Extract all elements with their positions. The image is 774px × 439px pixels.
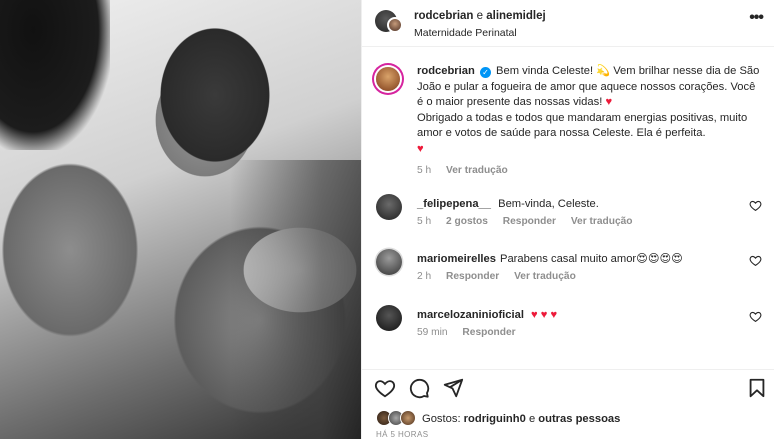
post-authors: rodcebrian e alinemidlej (414, 10, 546, 22)
comment-time[interactable]: 2 h (417, 271, 431, 282)
other-likers-link[interactable]: outras pessoas (538, 413, 620, 425)
comment-likes-count[interactable]: 2 gostos (446, 216, 488, 227)
reply-button[interactable]: Responder (503, 216, 556, 227)
photo-shadow (0, 0, 110, 150)
comment-body: ♥ ♥ ♥ (531, 309, 558, 321)
avatar[interactable] (376, 194, 402, 220)
caption-username[interactable]: rodcebrian (417, 65, 475, 77)
post-photo[interactable] (0, 0, 361, 439)
bookmark-icon[interactable] (746, 377, 768, 399)
photo-shade (230, 160, 361, 439)
post-header: rodcebrian e alinemidlej Maternidade Per… (362, 0, 774, 47)
liker-username[interactable]: rodriguinh0 (464, 413, 526, 425)
avatar (400, 410, 416, 426)
avatar[interactable] (387, 17, 403, 33)
comment-meta: 59 min Responder (417, 327, 528, 338)
paper-plane-icon[interactable] (442, 377, 464, 399)
comment-text: _felipepena__ Bem-vinda, Celeste. (417, 197, 599, 211)
heart-outline-icon[interactable] (374, 377, 396, 399)
caption-meta: 5 h Ver tradução (417, 163, 762, 179)
post-actions-bar (362, 369, 774, 403)
comment-text: marcelozaninioficial ♥ ♥ ♥ (417, 308, 557, 322)
post-timestamp[interactable]: HÁ 5 HORAS (376, 430, 428, 439)
heart-emoji: ♥ (605, 96, 613, 108)
heart-outline-icon[interactable] (749, 310, 762, 323)
likes-prefix: Gostos: (422, 413, 461, 425)
more-options-icon[interactable]: ••• (749, 9, 764, 27)
author-link[interactable]: rodcebrian (414, 10, 473, 22)
see-translation-link[interactable]: Ver tradução (514, 271, 576, 282)
avatar[interactable] (376, 305, 402, 331)
heart-outline-icon[interactable] (749, 254, 762, 267)
post-detail-panel: rodcebrian e alinemidlej Maternidade Per… (361, 0, 774, 439)
likes-connector: e (528, 413, 536, 425)
comment-meta: 5 h 2 gostos Responder Ver tradução (417, 216, 645, 227)
caption-time[interactable]: 5 h (417, 165, 431, 176)
comment-meta: 2 h Responder Ver tradução (417, 271, 588, 282)
comment-body: Bem-vinda, Celeste. (498, 198, 599, 210)
comment-time[interactable]: 5 h (417, 216, 431, 227)
heart-outline-icon[interactable] (749, 199, 762, 212)
comment-username[interactable]: mariomeirelles (417, 253, 496, 265)
reply-button[interactable]: Responder (446, 271, 499, 282)
comment-time[interactable]: 59 min (417, 327, 448, 338)
author-connector: e (476, 10, 484, 22)
author-link[interactable]: alinemidlej (486, 10, 545, 22)
caption-body-2: Obrigado a todas e todos que mandaram en… (417, 111, 748, 140)
caption-text: rodcebrian ✓ Bem vinda Celeste! 💫 Vem br… (417, 64, 762, 179)
reply-button[interactable]: Responder (462, 327, 515, 338)
comment-bubble-icon[interactable] (408, 377, 430, 399)
avatar[interactable] (376, 249, 402, 275)
heart-emoji: ♥ (417, 142, 424, 155)
verified-badge-icon: ✓ (479, 67, 491, 78)
comment-item: mariomeirelles Parabens casal muito amor😍… (373, 247, 765, 287)
likes-text: Gostos: rodriguinh0 e outras pessoas (422, 413, 620, 425)
location-link[interactable]: Maternidade Perinatal (414, 27, 517, 39)
liker-avatars (376, 410, 420, 428)
avatar[interactable] (376, 67, 400, 91)
comment-username[interactable]: _felipepena__ (417, 198, 491, 210)
see-translation-link[interactable]: Ver tradução (571, 216, 633, 227)
comment-text: mariomeirelles Parabens casal muito amor😍… (417, 252, 683, 266)
comment-username[interactable]: marcelozaninioficial (417, 309, 524, 321)
see-translation-link[interactable]: Ver tradução (446, 165, 508, 176)
comment-item: marcelozaninioficial ♥ ♥ ♥ 59 min Respon… (373, 303, 765, 343)
comment-body: Parabens casal muito amor😍😍😍😍 (499, 253, 683, 265)
comment-item: _felipepena__ Bem-vinda, Celeste. 5 h 2 … (373, 192, 765, 232)
